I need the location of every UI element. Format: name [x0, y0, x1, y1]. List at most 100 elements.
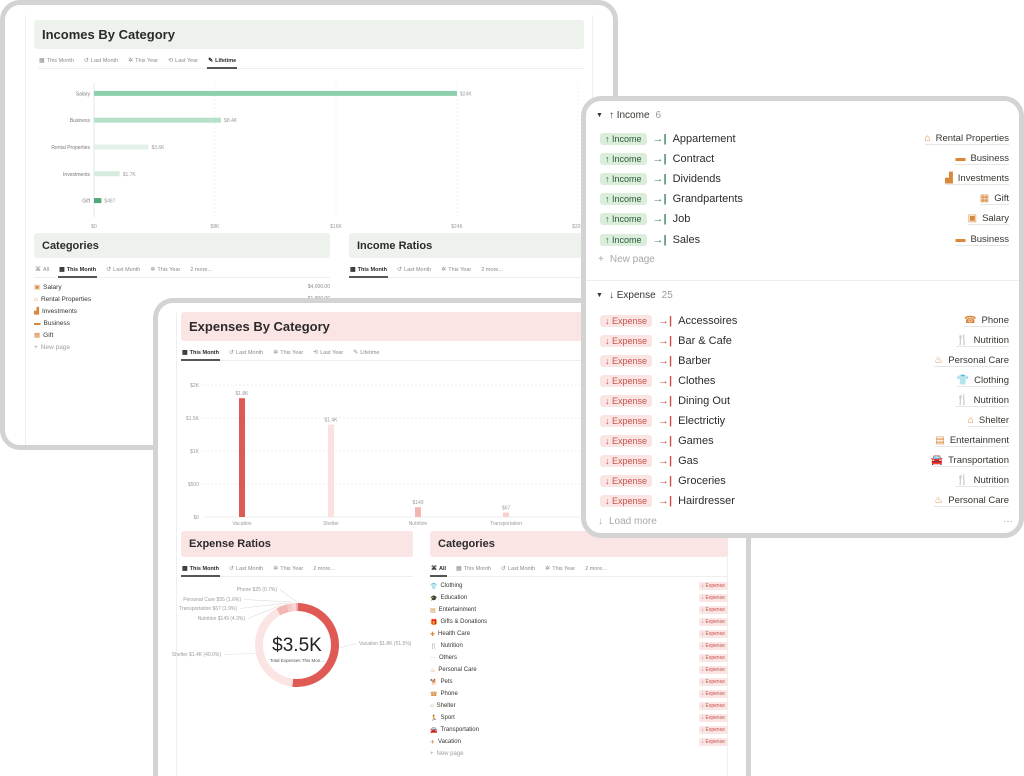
- tab-this-month[interactable]: ▦ This Month: [58, 262, 98, 278]
- list-item[interactable]: ↓ Expense →| Accessoires ☎ Phone: [586, 311, 1019, 331]
- category-row[interactable]: ✈ Vacation ↓ Expense: [430, 736, 728, 748]
- list-item[interactable]: ↓ Expense →| Clothes 👕 Clothing: [586, 371, 1019, 391]
- tab-last-year[interactable]: ⟲ Last Year: [312, 345, 344, 360]
- category-row[interactable]: 🍴 Nutrition ↓ Expense: [430, 640, 728, 652]
- list-item[interactable]: ↓ Expense →| Bar & Cafe 🍴 Nutrition: [586, 331, 1019, 351]
- item-name: Barber: [678, 354, 712, 367]
- category-link[interactable]: 🍴 Nutrition: [956, 475, 1009, 488]
- item-name: Hairdresser: [678, 495, 735, 508]
- tab-lifetime[interactable]: ✎ Lifetime: [207, 53, 238, 69]
- list-item[interactable]: ↓ Expense →| Electrictiy ⌂ Shelter: [586, 411, 1019, 431]
- collapse-triangle-icon[interactable]: ▼: [596, 112, 603, 119]
- tab-lifetime[interactable]: ✎ Lifetime: [352, 345, 380, 360]
- category-row[interactable]: 🚘 Transportation ↓ Expense: [430, 724, 728, 736]
- category-link[interactable]: ▦ Gift: [979, 193, 1009, 206]
- x-tick-label: $16K: [330, 224, 342, 230]
- tab-2-more[interactable]: 2 more...: [584, 561, 608, 576]
- category-row[interactable]: ··· Others ↓ Expense: [430, 652, 728, 664]
- tab-2-more[interactable]: 2 more...: [189, 262, 213, 277]
- list-item[interactable]: ↑ Income →| Grandpartents ▦ Gift: [586, 189, 1019, 209]
- list-item[interactable]: ↓ Expense →| Dining Out 🍴 Nutrition: [586, 391, 1019, 411]
- tab-this-year[interactable]: ✲ This Year: [272, 345, 304, 360]
- bar-vacation: [239, 398, 245, 517]
- category-row[interactable]: 🐕 Pets ↓ Expense: [430, 676, 728, 688]
- category-row[interactable]: ▣ Salary $4,000.00: [34, 281, 330, 293]
- arrow-to-bar-icon: →|: [658, 415, 673, 428]
- new-page-button[interactable]: + New page: [586, 250, 1019, 270]
- tab-last-month[interactable]: ↺ Last Month: [396, 262, 432, 277]
- list-item[interactable]: ↑ Income →| Appartement ⌂ Rental Properties: [586, 129, 1019, 149]
- expense-badge: ↓ Expense: [698, 738, 728, 746]
- category-row[interactable]: 🎓 Education ↓ Expense: [430, 592, 728, 604]
- load-more-button[interactable]: ↓ Load more ···: [586, 512, 1019, 532]
- list-item[interactable]: ↓ Expense →| Hairdresser ♨ Personal Care: [586, 491, 1019, 511]
- list-item[interactable]: ↓ Expense →| Gas 🚘 Transportation: [586, 451, 1019, 471]
- category-link[interactable]: ▤ Entertainment: [935, 435, 1009, 448]
- collapse-triangle-icon[interactable]: ▼: [596, 292, 603, 299]
- tab-last-month[interactable]: ↺ Last Month: [83, 53, 119, 68]
- bar-gift: [94, 198, 102, 204]
- category-link[interactable]: ☎ Phone: [964, 315, 1009, 327]
- group-count: 25: [661, 290, 673, 302]
- category-row[interactable]: ⌂ Shelter ↓ Expense: [430, 700, 728, 712]
- tab-label: Last Month: [236, 349, 264, 356]
- list-item[interactable]: ↑ Income →| Dividends ▟ Investments: [586, 169, 1019, 189]
- list-item[interactable]: ↑ Income →| Contract ▬ Business: [586, 149, 1019, 169]
- bar-business: [94, 117, 222, 123]
- category-row[interactable]: ♨ Personal Care ↓ Expense: [430, 664, 728, 676]
- category-link[interactable]: 🚘 Transportation: [930, 455, 1009, 468]
- expense-group-header[interactable]: ▼ ↓ Expense 25: [586, 285, 1019, 307]
- expense-badge: ↓ Expense: [698, 714, 728, 722]
- tab-this-year[interactable]: ✲ This Year: [440, 262, 472, 277]
- category-link[interactable]: ♨ Personal Care: [934, 355, 1009, 367]
- list-item[interactable]: ↑ Income →| Job ▣ Salary: [586, 209, 1019, 229]
- item-name: Job: [672, 213, 691, 226]
- category-row[interactable]: 🎁 Gifts & Donations ↓ Expense: [430, 616, 728, 628]
- bar-rental-properties: [94, 144, 149, 150]
- category-link[interactable]: ⌂ Rental Properties: [924, 133, 1009, 146]
- category-link[interactable]: ♨ Personal Care: [934, 495, 1009, 508]
- category-link[interactable]: ▟ Investments: [945, 173, 1009, 186]
- category-link[interactable]: 🍴 Nutrition: [956, 395, 1009, 407]
- transportation-icon: 🚘: [430, 727, 438, 734]
- tab-last-month[interactable]: ↺ Last Month: [105, 262, 141, 277]
- category-link[interactable]: 👕 Clothing: [956, 375, 1009, 387]
- tab-this-month[interactable]: ▦ This Month: [455, 561, 492, 576]
- category-link[interactable]: ▣ Salary: [967, 213, 1009, 226]
- category-link[interactable]: ▬ Business: [955, 234, 1009, 246]
- tab-this-month[interactable]: ▦ This Month: [38, 53, 75, 68]
- tab-last-month[interactable]: ↺ Last Month: [500, 561, 536, 576]
- category-link[interactable]: ⌂ Shelter: [967, 415, 1009, 428]
- category-row[interactable]: ☎ Phone ↓ Expense: [430, 688, 728, 700]
- tab-this-year[interactable]: ✲ This Year: [149, 262, 181, 277]
- tab-this-month[interactable]: ▦ This Month: [181, 345, 220, 361]
- new-page-button[interactable]: + New page: [430, 748, 728, 760]
- y-category-label: Investments: [63, 172, 90, 178]
- tab-icon: ▦: [59, 267, 65, 273]
- expense-badge: ↓ Expense: [698, 606, 728, 614]
- y-category-label: Rental Properties: [51, 145, 90, 151]
- category-row[interactable]: 🏃 Sport ↓ Expense: [430, 712, 728, 724]
- category-row[interactable]: ✚ Health Care ↓ Expense: [430, 628, 728, 640]
- category-link[interactable]: 🍴 Nutrition: [956, 335, 1009, 347]
- category-row[interactable]: ▤ Entertainment ↓ Expense: [430, 604, 728, 616]
- tab-all[interactable]: ⌘ All: [34, 262, 50, 277]
- list-item[interactable]: ↑ Income →| Sales ▬ Business: [586, 229, 1019, 249]
- list-item[interactable]: ↓ Expense →| Games ▤ Entertainment: [586, 431, 1019, 451]
- list-item[interactable]: ↓ Expense →| Groceries 🍴 Nutrition: [586, 471, 1019, 491]
- category-row[interactable]: 👕 Clothing ↓ Expense: [430, 580, 728, 592]
- more-options-icon[interactable]: ···: [1003, 516, 1013, 527]
- tab-label: Lifetime: [360, 349, 380, 356]
- list-item[interactable]: ↓ Expense →| Barber ♨ Personal Care: [586, 351, 1019, 371]
- tab-last-month[interactable]: ↺ Last Month: [228, 345, 264, 360]
- category-link[interactable]: ▬ Business: [955, 153, 1009, 166]
- tab-this-year[interactable]: ✲ This Year: [127, 53, 159, 68]
- bar-value-label: $1.7K: [123, 172, 137, 178]
- tab-all[interactable]: ⌘ All: [430, 561, 448, 577]
- tab-last-year[interactable]: ⟲ Last Year: [167, 53, 199, 68]
- tab-2-more[interactable]: 2 more...: [480, 262, 504, 277]
- arrow-to-bar-icon: →|: [658, 435, 673, 448]
- tab-this-year[interactable]: ✲ This Year: [544, 561, 576, 576]
- income-group-header[interactable]: ▼ ↑ Income 6: [586, 104, 1019, 126]
- tab-this-month[interactable]: ▦ This Month: [349, 262, 388, 278]
